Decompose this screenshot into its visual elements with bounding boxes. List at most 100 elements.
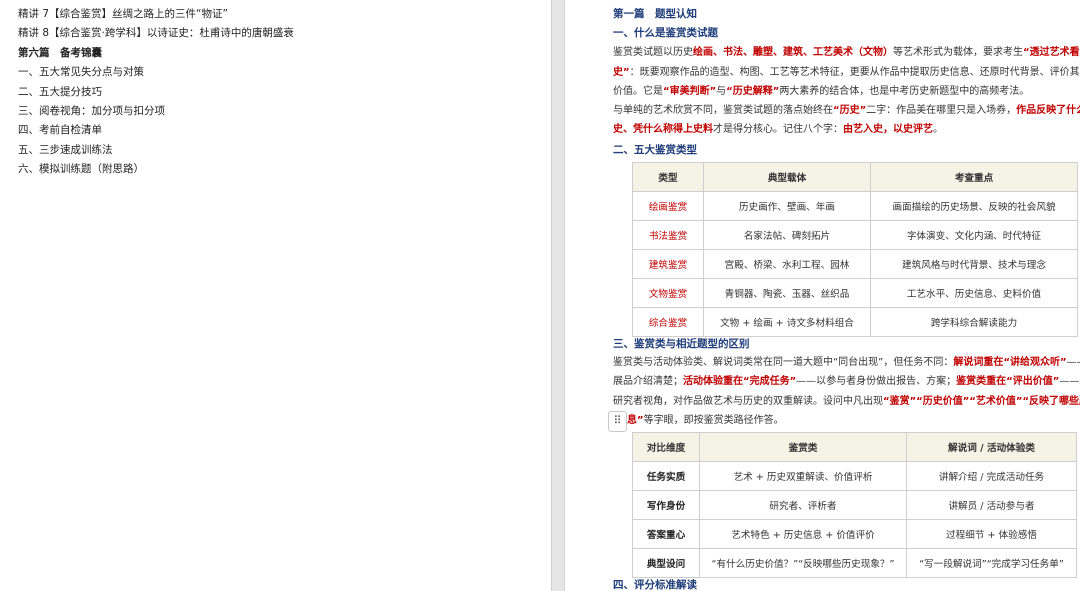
outline-panel: 精讲 7【综合鉴赏】丝绸之路上的三件“物证” 精讲 8【综合鉴赏·跨学科】以诗证… [0, 0, 551, 591]
text: 价值。它是 [613, 86, 663, 97]
section-heading: 四、评分标准解读 [613, 579, 697, 591]
outline-item[interactable]: 四、考前自检清单 [18, 123, 102, 137]
highlight-text: 绘画、书法、雕塑、建筑、工艺美术（文物） [693, 47, 893, 58]
paragraph-line: 价值。它是“审美判断”与“历史解释”两大素养的结合体，也是中考历史新题型中的高频… [613, 85, 1029, 99]
section-heading: 一、什么是鉴赏类试题 [613, 27, 718, 39]
text: ：既要观察作品的造型、构图、工艺等艺术特征，更要从作品中提取历史信息、还原时代背… [629, 67, 1080, 78]
text: 展品介绍清楚； [613, 376, 683, 387]
highlight-text: “历史” [833, 105, 867, 116]
table-header-cell: 典型载体 [703, 162, 871, 192]
highlight-text: 解说词重在“讲给观众听” [953, 357, 1067, 368]
table-cell: 历史画作、壁画、年画 [703, 191, 871, 221]
drag-handle-icon[interactable]: ⠿ [608, 411, 627, 432]
highlight-text: “审美判断” [663, 86, 717, 97]
comparison-table: 对比维度 鉴赏类 解说词 / 活动体验类 任务实质 艺术 + 历史双重解读、价值… [632, 432, 1077, 578]
text: 两大素养的结合体，也是中考历史新题型中的高频考法。 [779, 86, 1030, 97]
table-cell: 青铜器、陶瓷、玉器、丝织品 [703, 278, 871, 308]
outline-item[interactable]: 五、三步速成训练法 [18, 143, 113, 157]
paragraph-line: 鉴赏类与活动体验类、解说词类常在同一道大题中“同台出现”，但任务不同：解说词重在… [613, 356, 1080, 370]
table-header-cell: 对比维度 [632, 432, 700, 462]
document-page: 第一篇 题型认知 一、什么是鉴赏类试题 鉴赏类试题以历史绘画、书法、雕塑、建筑、… [565, 0, 1080, 591]
table-cell: 建筑风格与时代背景、技术与理念 [870, 249, 1078, 279]
outline-item[interactable]: 二、五大提分技巧 [18, 85, 102, 99]
table-header-cell: 鉴赏类 [699, 432, 907, 462]
table-cell: 名家法帖、碑刻拓片 [703, 220, 871, 250]
highlight-text: 活动体验重在“完成任务” [683, 376, 797, 387]
table-header-cell: 解说词 / 活动体验类 [906, 432, 1077, 462]
table-cell: 字体演变、文化内涵、时代特征 [870, 220, 1078, 250]
table-cell: 综合鉴赏 [632, 307, 704, 337]
text: ——站 [1059, 376, 1080, 387]
outline-item[interactable]: 一、五大常见失分点与对策 [18, 65, 144, 79]
table-header-cell: 考查重点 [870, 162, 1078, 192]
table-cell: 典型设问 [632, 548, 700, 578]
table-cell: 文物 + 绘画 + 诗文多材料组合 [703, 307, 871, 337]
text: 才是得分核心。记住八个字： [713, 124, 843, 135]
table-cell: 艺术特色 + 历史信息 + 价值评价 [699, 519, 907, 549]
table-cell: 任务实质 [632, 461, 700, 491]
table-row: 书法鉴赏 名家法帖、碑刻拓片 字体演变、文化内涵、时代特征 [632, 220, 1078, 250]
highlight-text: 史” [613, 67, 630, 78]
outline-item[interactable]: 精讲 7【综合鉴赏】丝绸之路上的三件“物证” [18, 7, 228, 21]
paragraph-line: 与单纯的艺术欣赏不同，鉴赏类试题的落点始终在“历史”二字：作品美在哪里只是入场券… [613, 104, 1080, 118]
text: 鉴赏类与活动体验类、解说词类常在同一道大题中“同台出现”，但任务不同： [613, 357, 954, 368]
outline-item[interactable]: 六、模拟训练题（附思路） [18, 162, 144, 176]
table-row: 综合鉴赏 文物 + 绘画 + 诗文多材料组合 跨学科综合解读能力 [632, 307, 1078, 337]
table-cell: “有什么历史价值？”“反映哪些历史现象？” [699, 548, 907, 578]
text: ——以参与者身份做出报告、方案； [796, 376, 957, 387]
paragraph-line: 息”等字眼，即按鉴赏类路径作答。 [627, 414, 784, 428]
text: 等字眼，即按鉴赏类路径作答。 [643, 415, 784, 426]
pane-divider[interactable] [551, 0, 565, 591]
text: 鉴赏类试题以历史 [613, 47, 693, 58]
table-cell: 写作身份 [632, 490, 700, 520]
table-cell: 讲解员 / 活动参与者 [906, 490, 1077, 520]
outline-item[interactable]: 三、阅卷视角：加分项与扣分项 [18, 104, 165, 118]
paragraph-line: 展品介绍清楚；活动体验重在“完成任务”——以参与者身份做出报告、方案；鉴赏类重在… [613, 375, 1080, 389]
table-cell: 建筑鉴赏 [632, 249, 704, 279]
table-cell: 艺术 + 历史双重解读、价值评析 [699, 461, 907, 491]
table-row: 答案重心 艺术特色 + 历史信息 + 价值评价 过程细节 + 体验感悟 [632, 519, 1077, 549]
table-row: 写作身份 研究者、评析者 讲解员 / 活动参与者 [632, 490, 1077, 520]
table-cell: 讲解介绍 / 完成活动任务 [906, 461, 1077, 491]
table-cell: 绘画鉴赏 [632, 191, 704, 221]
table-cell: 跨学科综合解读能力 [870, 307, 1078, 337]
text: 二字：作品美在哪里只是入场券， [866, 105, 1017, 116]
part-title: 第一篇 题型认知 [613, 8, 697, 20]
text: 等艺术形式为载体，要求考生 [893, 47, 1023, 58]
highlight-text: “历史解释” [726, 86, 780, 97]
table-row: 典型设问 “有什么历史价值？”“反映哪些历史现象？” “写一段解说词”“完成学习… [632, 548, 1077, 578]
outline-part-heading[interactable]: 第六篇 备考锦囊 [18, 46, 102, 60]
highlight-text: “透过艺术看历 [1023, 47, 1080, 58]
highlight-text: 由艺入史，以史评艺 [843, 124, 933, 135]
highlight-text: 作品反映了什么 [1016, 105, 1080, 116]
text: 。 [933, 124, 943, 135]
text: 研究者视角，对作品做艺术与历史的双重解读。设问中凡出现 [613, 396, 883, 407]
table-cell: 答案重心 [632, 519, 700, 549]
outline-item[interactable]: 精讲 8【综合鉴赏·跨学科】以诗证史：杜甫诗中的唐朝盛衰 [18, 26, 294, 40]
table-row: 任务实质 艺术 + 历史双重解读、价值评析 讲解介绍 / 完成活动任务 [632, 461, 1077, 491]
text: 与 [716, 86, 727, 97]
text: —— [1066, 357, 1080, 368]
text: 与单纯的艺术欣赏不同，鉴赏类试题的落点始终在 [613, 105, 833, 116]
paragraph-line: 研究者视角，对作品做艺术与历史的双重解读。设问中凡出现“鉴赏”“历史价值”“艺术… [613, 395, 1080, 409]
table-cell: 研究者、评析者 [699, 490, 907, 520]
table-cell: 画面描绘的历史场景、反映的社会风貌 [870, 191, 1078, 221]
section-heading: 二、五大鉴赏类型 [613, 144, 697, 156]
table-cell: 文物鉴赏 [632, 278, 704, 308]
highlight-text: 史、凭什么称得上史料 [613, 124, 713, 135]
table-header-cell: 类型 [632, 162, 704, 192]
table-row: 绘画鉴赏 历史画作、壁画、年画 画面描绘的历史场景、反映的社会风貌 [632, 191, 1078, 221]
paragraph-line: 史”：既要观察作品的造型、构图、工艺等艺术特征，更要从作品中提取历史信息、还原时… [613, 66, 1080, 80]
table-cell: 宫殿、桥梁、水利工程、园林 [703, 249, 871, 279]
paragraph-line: 史、凭什么称得上史料才是得分核心。记住八个字：由艺入史，以史评艺。 [613, 123, 943, 137]
table-cell: 工艺水平、历史信息、史料价值 [870, 278, 1078, 308]
paragraph-line: 鉴赏类试题以历史绘画、书法、雕塑、建筑、工艺美术（文物）等艺术形式为载体，要求考… [613, 46, 1080, 60]
table-header-row: 类型 典型载体 考查重点 [632, 162, 1078, 192]
table-cell: “写一段解说词”“完成学习任务单” [906, 548, 1077, 578]
section-heading: 三、鉴赏类与相近题型的区别 [613, 338, 750, 350]
table-row: 文物鉴赏 青铜器、陶瓷、玉器、丝织品 工艺水平、历史信息、史料价值 [632, 278, 1078, 308]
table-cell: 过程细节 + 体验感悟 [906, 519, 1077, 549]
table-cell: 书法鉴赏 [632, 220, 704, 250]
table-header-row: 对比维度 鉴赏类 解说词 / 活动体验类 [632, 432, 1077, 462]
highlight-text: 息” [627, 415, 644, 426]
